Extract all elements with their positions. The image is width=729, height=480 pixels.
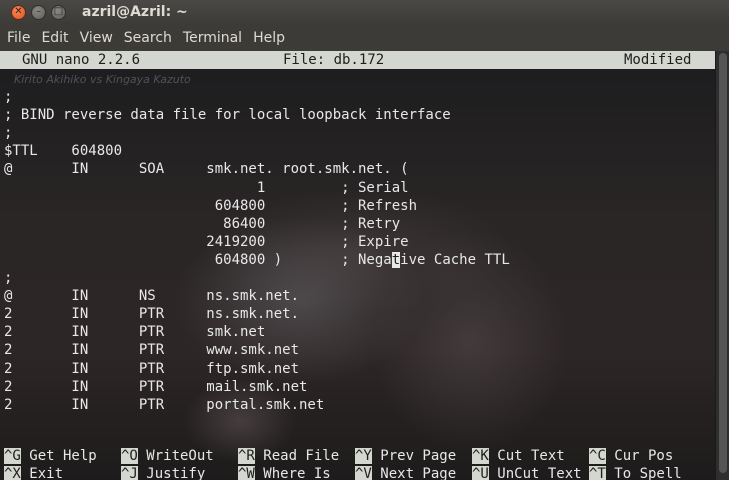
nano-header: GNU nano 2.2.6 File: db.172 Modified [0,51,715,69]
text-line[interactable]: 2419200 ; Expire [4,233,408,251]
text-line[interactable]: 2 IN PTR portal.smk.net [4,396,324,414]
terminal-area[interactable]: GNU nano 2.2.6 File: db.172 Modified Kir… [0,51,715,480]
text-line[interactable]: @ IN NS ns.smk.net. [4,287,299,305]
shortcut-next-page[interactable]: ^V Next Page [355,465,456,480]
shortcut-label: Next Page [371,466,457,480]
text-line[interactable]: ; [4,88,12,106]
shortcut-key: ^V [355,466,372,480]
shortcut-label: WriteOut [137,448,214,464]
shortcut-prev-page[interactable]: ^Y Prev Page [355,447,456,465]
shortcut-label: UnCut Text [488,466,582,480]
text-line[interactable]: 2 IN PTR smk.net [4,323,265,341]
text-line[interactable]: 1 ; Serial [4,179,409,197]
maximize-icon[interactable]: □ [51,4,66,20]
shortcut-key: ^X [4,466,21,480]
background-watermark: Kirito Akihiko vs Kingaya Kazuto [14,73,191,86]
shortcut-label: Exit [20,466,64,480]
shortcut-cut-text[interactable]: ^K Cut Text [472,447,565,465]
shortcut-key: ^U [472,466,489,480]
text-line[interactable]: @ IN SOA smk.net. root.smk.net. ( [4,160,409,178]
text-line[interactable]: 86400 ; Retry [4,215,400,233]
close-icon[interactable]: ✕ [11,4,26,20]
terminal-scrollbar[interactable] [715,51,729,480]
shortcut-justify[interactable]: ^J Justify [121,465,205,480]
shortcut-exit[interactable]: ^X Exit [4,465,63,480]
text-line[interactable]: 2 IN PTR www.smk.net [4,341,299,359]
nano-filename: File: db.172 [283,52,385,68]
text-line[interactable]: 604800 ; Refresh [4,197,417,215]
text-line[interactable]: $TTL 604800 [4,142,122,160]
text-line[interactable]: ; [4,124,12,142]
scrollbar-thumb[interactable] [719,53,727,473]
nano-version: GNU nano 2.2.6 [22,52,141,68]
shortcut-read-file[interactable]: ^R Read File [238,447,339,465]
shortcut-key: ^T [589,466,606,480]
text-line[interactable]: 2 IN PTR mail.smk.net [4,378,307,396]
shortcut-get-help[interactable]: ^G Get Help [4,447,97,465]
shortcut-cur-pos[interactable]: ^C Cur Pos [589,447,673,465]
shortcut-label: Read File [254,448,340,464]
shortcut-key: ^O [121,448,138,464]
shortcut-key: ^K [472,448,489,464]
menu-help[interactable]: Help [249,30,289,46]
shortcut-key: ^C [589,448,606,464]
shortcut-key: ^J [121,466,138,480]
shortcut-label: Cur Pos [605,448,674,464]
nano-status: Modified [624,52,692,68]
shortcut-label: Where Is [254,466,331,480]
window-titlebar[interactable]: ✕ – □ azril@Azril: ~ [0,0,729,24]
shortcut-label: Get Help [20,448,97,464]
shortcut-key: ^R [238,448,255,464]
shortcut-label: Cut Text [488,448,565,464]
text-line[interactable]: ; BIND reverse data file for local loopb… [4,106,451,124]
menu-file[interactable]: File [3,30,34,46]
menu-search[interactable]: Search [120,30,176,46]
minimize-icon[interactable]: – [31,4,46,20]
menu-view[interactable]: View [76,30,117,46]
menu-terminal[interactable]: Terminal [179,30,246,46]
shortcut-writeout[interactable]: ^O WriteOut [121,447,214,465]
window-title: azril@Azril: ~ [82,4,188,20]
text-line[interactable]: 604800 ) ; Negative Cache TTL [4,251,510,269]
text-line[interactable]: ; [4,269,12,287]
shortcut-label: To Spell [605,466,682,480]
shortcut-label: Justify [137,466,206,480]
shortcut-label: Prev Page [371,448,457,464]
text-line[interactable]: 2 IN PTR ftp.smk.net [4,360,299,378]
shortcut-where-is[interactable]: ^W Where Is [238,465,331,480]
shortcut-key: ^G [4,448,21,464]
shortcut-to-spell[interactable]: ^T To Spell [589,465,682,480]
menu-edit[interactable]: Edit [37,30,72,46]
menu-bar: File Edit View Search Terminal Help [0,24,729,51]
shortcut-uncut-text[interactable]: ^U UnCut Text [472,465,582,480]
text-line[interactable]: 2 IN PTR ns.smk.net. [4,305,299,323]
shortcut-key: ^Y [355,448,372,464]
shortcut-key: ^W [238,466,255,480]
text-cursor: t [391,251,401,268]
